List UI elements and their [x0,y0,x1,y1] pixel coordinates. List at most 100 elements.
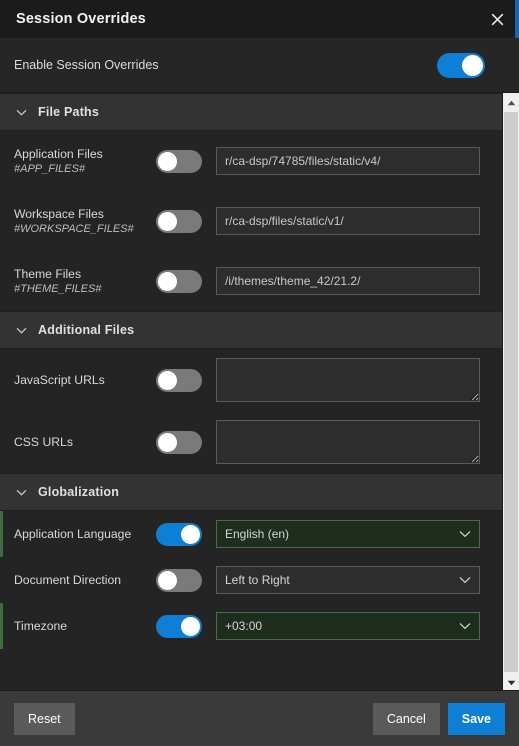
field-control: English (en) [156,520,480,548]
application-language-toggle[interactable] [156,522,202,546]
chevron-down-icon [14,485,28,499]
save-button[interactable]: Save [447,702,505,735]
section-header-globalization[interactable]: Globalization [0,473,502,511]
section-header-additional-files[interactable]: Additional Files [0,311,502,349]
dialog-content: File Paths Application Files #APP_FILES# [0,93,502,690]
chevron-down-icon [14,323,28,337]
titlebar-accent-edge [515,0,519,38]
scrollbar-thumb[interactable] [504,112,518,672]
chevron-down-icon [459,530,471,538]
toggle-knob [158,151,177,171]
workspace-files-input[interactable] [216,207,480,235]
application-files-input[interactable] [216,147,480,175]
field-row-document-direction: Document Direction Left to Right [0,557,502,603]
field-label: CSS URLs [14,434,156,450]
section-body-file-paths: Application Files #APP_FILES# Workspace … [0,131,502,311]
field-label-text: Timezone [14,619,68,633]
field-label-text: CSS URLs [14,435,73,449]
css-urls-textarea[interactable] [216,420,480,464]
chevron-down-icon [14,105,28,119]
select-value: Left to Right [225,573,290,587]
toggle-knob [181,616,200,636]
toggle-knob [158,211,177,231]
application-language-select[interactable]: English (en) [216,520,480,548]
section-title: File Paths [38,105,100,119]
javascript-urls-toggle[interactable] [156,368,202,392]
field-control [156,358,480,402]
chevron-down-icon [459,576,471,584]
toggle-knob [462,54,483,76]
section-title: Additional Files [38,323,135,337]
select-value: +03:00 [225,619,263,633]
field-substitution-token: #APP_FILES# [14,162,85,175]
scroll-down-button[interactable] [503,673,519,690]
field-substitution-token: #THEME_FILES# [14,282,102,295]
field-label-text: Application Files [14,146,103,161]
field-label: Workspace Files #WORKSPACE_FILES# [14,206,156,237]
field-control [156,267,480,295]
field-row-javascript-urls: JavaScript URLs [0,349,502,411]
field-label: Document Direction [14,572,156,588]
toggle-knob [158,432,177,452]
field-row-application-language: Application Language English (en) [0,511,502,557]
close-icon [490,12,505,27]
field-control: Left to Right [156,566,480,594]
css-urls-toggle[interactable] [156,430,202,454]
field-row-theme-files: Theme Files #THEME_FILES# [0,251,502,311]
select-value: English (en) [225,527,290,541]
chevron-down-icon [459,622,471,630]
toggle-knob [158,570,177,590]
field-substitution-token: #WORKSPACE_FILES# [14,222,134,235]
field-label-text: JavaScript URLs [14,373,105,387]
section-body-globalization: Application Language English (en) Docume… [0,511,502,649]
field-label-text: Theme Files [14,266,82,281]
section-body-additional-files: JavaScript URLs CSS URLs [0,349,502,473]
enable-session-overrides-toggle[interactable] [437,52,485,78]
field-control [156,207,480,235]
theme-files-toggle[interactable] [156,269,202,293]
enable-session-overrides-label: Enable Session Overrides [14,58,159,72]
field-row-workspace-files: Workspace Files #WORKSPACE_FILES# [0,191,502,251]
workspace-files-toggle[interactable] [156,209,202,233]
field-control: +03:00 [156,612,480,640]
vertical-scrollbar[interactable] [502,93,519,690]
toggle-knob [158,271,177,291]
field-label: Timezone [14,618,156,634]
session-overrides-dialog: Session Overrides Enable Session Overrid… [0,0,519,746]
field-control [156,420,480,464]
timezone-toggle[interactable] [156,614,202,638]
scroll-up-arrow-icon [507,93,516,111]
scroll-up-button[interactable] [503,93,519,110]
toggle-knob [181,524,200,544]
field-control [156,147,480,175]
field-label: Application Language [14,526,156,542]
dialog-footer: Reset Cancel Save [0,690,519,746]
section-title: Globalization [38,485,120,499]
document-direction-select[interactable]: Left to Right [216,566,480,594]
enable-session-overrides-row: Enable Session Overrides [0,38,519,93]
close-button[interactable] [475,0,519,38]
timezone-select[interactable]: +03:00 [216,612,480,640]
scroll-down-arrow-icon [507,673,516,691]
field-label: Theme Files #THEME_FILES# [14,266,156,297]
cancel-button[interactable]: Cancel [372,702,440,735]
dialog-titlebar: Session Overrides [0,0,519,38]
theme-files-input[interactable] [216,267,480,295]
field-label-text: Workspace Files [14,206,104,221]
dialog-title: Session Overrides [16,11,146,27]
field-label-text: Application Language [14,527,132,541]
field-label: Application Files #APP_FILES# [14,146,156,177]
section-header-file-paths[interactable]: File Paths [0,93,502,131]
document-direction-toggle[interactable] [156,568,202,592]
field-row-timezone: Timezone +03:00 [0,603,502,649]
dialog-scroll-region: File Paths Application Files #APP_FILES# [0,93,519,690]
field-label: JavaScript URLs [14,372,156,388]
reset-button[interactable]: Reset [14,702,75,735]
application-files-toggle[interactable] [156,149,202,173]
scrollbar-track[interactable] [503,110,519,673]
javascript-urls-textarea[interactable] [216,358,480,402]
field-label-text: Document Direction [14,573,122,587]
field-row-application-files: Application Files #APP_FILES# [0,131,502,191]
toggle-knob [158,370,177,390]
field-row-css-urls: CSS URLs [0,411,502,473]
